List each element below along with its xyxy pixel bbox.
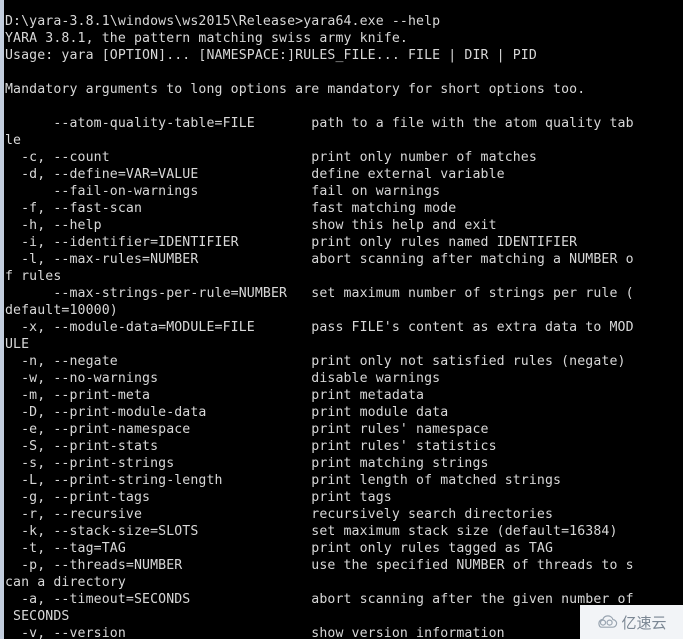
terminal-line: --atom-quality-table=FILE path to a file… bbox=[5, 116, 634, 132]
terminal-line: -g, --print-tags print tags bbox=[5, 490, 392, 506]
terminal-line: can a directory bbox=[5, 575, 126, 591]
watermark-label: 亿速云 bbox=[621, 613, 667, 632]
terminal-line: -S, --print-stats print rules' statistic… bbox=[5, 439, 497, 455]
terminal-line: -d, --define=VAR=VALUE define external v… bbox=[5, 167, 505, 183]
site-watermark: 亿速云 bbox=[580, 605, 683, 639]
terminal-line: -n, --negate print only not satisfied ru… bbox=[5, 354, 626, 370]
terminal-line: Mandatory arguments to long options are … bbox=[5, 82, 586, 98]
terminal-line: -e, --print-namespace print rules' names… bbox=[5, 422, 489, 438]
terminal-line: -h, --help show this help and exit bbox=[5, 218, 497, 234]
terminal-line: --fail-on-warnings fail on warnings bbox=[5, 184, 441, 200]
terminal-line: -p, --threads=NUMBER use the specified N… bbox=[5, 558, 634, 574]
terminal-line: ULE bbox=[5, 337, 30, 353]
console-window-screenshot: D:\yara-3.8.1\windows\ws2015\Release>yar… bbox=[0, 0, 683, 639]
terminal-line: -s, --print-strings print matching strin… bbox=[5, 456, 489, 472]
terminal-line: -x, --module-data=MODULE=FILE pass FILE'… bbox=[5, 320, 634, 336]
terminal-line: le bbox=[5, 133, 22, 149]
terminal-line: -m, --print-meta print metadata bbox=[5, 388, 425, 404]
terminal-output[interactable]: D:\yara-3.8.1\windows\ws2015\Release>yar… bbox=[0, 13, 683, 639]
terminal-line: default=10000) bbox=[5, 303, 118, 319]
terminal-line: -f, --fast-scan fast matching mode bbox=[5, 201, 457, 217]
cloud-icon bbox=[596, 615, 618, 629]
terminal-line: D:\yara-3.8.1\windows\ws2015\Release>yar… bbox=[5, 14, 441, 30]
window-left-edge bbox=[0, 0, 4, 639]
terminal-line: YARA 3.8.1, the pattern matching swiss a… bbox=[5, 31, 408, 47]
terminal-line: --max-strings-per-rule=NUMBER set maximu… bbox=[5, 286, 634, 302]
terminal-line: Usage: yara [OPTION]... [NAMESPACE:]RULE… bbox=[5, 48, 537, 64]
terminal-line: -L, --print-string-length print length o… bbox=[5, 473, 562, 489]
terminal-line: -k, --stack-size=SLOTS set maximum stack… bbox=[5, 524, 618, 540]
terminal-line: -w, --no-warnings disable warnings bbox=[5, 371, 441, 387]
terminal-line: -D, --print-module-data print module dat… bbox=[5, 405, 449, 421]
terminal-line: -c, --count print only number of matches bbox=[5, 150, 537, 166]
terminal-line: -t, --tag=TAG print only rules tagged as… bbox=[5, 541, 554, 557]
terminal-line: -r, --recursive recursively search direc… bbox=[5, 507, 554, 523]
terminal-line: -i, --identifier=IDENTIFIER print only r… bbox=[5, 235, 578, 251]
terminal-line: f rules bbox=[5, 269, 62, 285]
terminal-line: -l, --max-rules=NUMBER abort scanning af… bbox=[5, 252, 634, 268]
